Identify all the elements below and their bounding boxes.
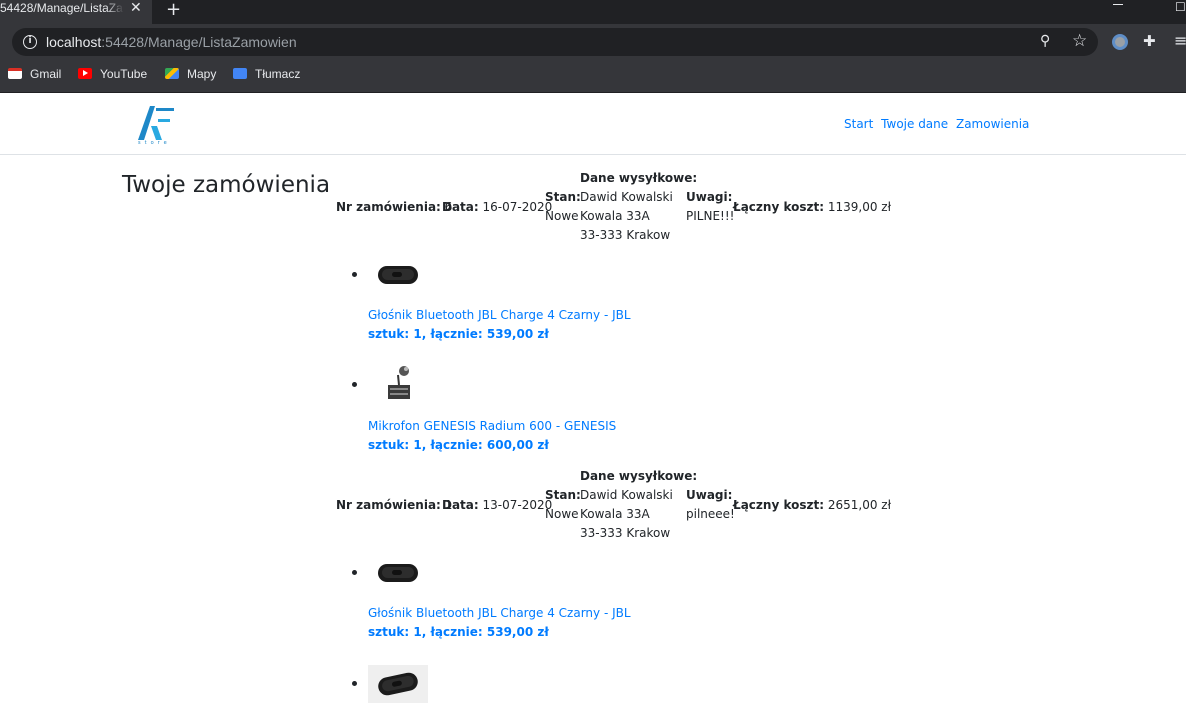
shipping-city: 33-333 Krakow <box>580 228 671 242</box>
order-number-label: Nr zamówienia: <box>336 498 441 512</box>
bookmark-maps[interactable]: Mapy <box>165 67 216 81</box>
maximize-icon[interactable]: ☐ <box>1175 0 1186 14</box>
bullet-icon <box>352 681 357 686</box>
order-total-value: 2651,00 zł <box>827 498 891 512</box>
browser-tabstrip: 54428/Manage/ListaZam ✕ + ☐ <box>0 0 1186 24</box>
site-header: store Start Twoje dane Zamowienia <box>0 93 1186 155</box>
minimize-icon[interactable] <box>1113 4 1123 5</box>
order-total: Łączny koszt: 1139,00 zł <box>733 198 891 217</box>
bookmark-translate[interactable]: Tłumacz <box>233 67 300 81</box>
product-image-microphone[interactable] <box>384 363 414 403</box>
notes-label: Uwagi: <box>686 190 733 204</box>
bookmarks-bar: Gmail YouTube Mapy Tłumacz <box>0 61 1186 93</box>
store-logo[interactable]: store <box>134 102 178 144</box>
notes-value: PILNE!!! <box>686 209 735 223</box>
order-date-value: 13-07-2020 <box>482 498 553 512</box>
order-number: Nr zamówienia: 1 <box>336 496 452 515</box>
order-date: Data: 16-07-2020 <box>442 198 552 217</box>
shipping-city: 33-333 Krakow <box>580 526 671 540</box>
youtube-icon <box>78 68 92 79</box>
order-date-label: Data: <box>442 200 479 214</box>
order-number-label: Nr zamówienia: <box>336 200 441 214</box>
page-title: Twoje zamówienia <box>122 172 331 198</box>
bookmark-label: Tłumacz <box>255 67 301 81</box>
shipping-label: Dane wysyłkowe: <box>580 171 698 185</box>
product-qty: sztuk: 1, łącznie: 600,00 zł <box>368 438 549 452</box>
order-status-value: Nowe <box>545 507 579 521</box>
url-host: localhost <box>46 34 102 50</box>
browser-toolbar: i localhost:54428/Manage/ListaZamowien ⚲… <box>0 24 1186 61</box>
bookmark-youtube[interactable]: YouTube <box>78 67 147 81</box>
bullet-icon <box>352 382 357 387</box>
product-image-speaker[interactable] <box>368 665 428 703</box>
nav-profile[interactable]: Twoje dane <box>881 117 948 131</box>
shipping-name: Dawid Kowalski <box>580 190 673 204</box>
zoom-icon[interactable]: ⚲ <box>1040 33 1050 49</box>
order-status-label: Stan: <box>545 488 581 502</box>
address-bar[interactable]: i localhost:54428/Manage/ListaZamowien ⚲… <box>12 28 1098 56</box>
main-nav: Start Twoje dane Zamowienia <box>844 117 1033 131</box>
extensions-puzzle-icon[interactable]: ✚ <box>1143 32 1156 50</box>
extension-icon[interactable] <box>1112 34 1128 50</box>
product-qty: sztuk: 1, łącznie: 539,00 zł <box>368 327 549 341</box>
url-text[interactable]: localhost:54428/Manage/ListaZamowien <box>46 34 297 50</box>
nav-orders[interactable]: Zamowienia <box>956 117 1029 131</box>
shipping-label: Dane wysyłkowe: <box>580 469 698 483</box>
order-total-label: Łączny koszt: <box>733 498 825 512</box>
nav-start[interactable]: Start <box>844 117 873 131</box>
speaker-icon <box>376 671 420 697</box>
gmail-icon <box>8 68 22 79</box>
bookmark-label: Gmail <box>30 67 62 81</box>
bookmark-label: Mapy <box>187 67 217 81</box>
product-link[interactable]: Głośnik Bluetooth JBL Charge 4 Czarny - … <box>368 308 631 322</box>
product-image-speaker[interactable] <box>378 564 418 582</box>
notes-label: Uwagi: <box>686 488 733 502</box>
shipping-name: Dawid Kowalski <box>580 488 673 502</box>
product-link[interactable]: Głośnik Bluetooth JBL Charge 4 Czarny - … <box>368 606 631 620</box>
svg-text:store: store <box>138 140 171 144</box>
maps-icon <box>165 68 179 79</box>
bookmark-label: YouTube <box>100 67 148 81</box>
order-date-label: Data: <box>442 498 479 512</box>
order-date: Data: 13-07-2020 <box>442 496 552 515</box>
order-status-value: Nowe <box>545 209 579 223</box>
translate-icon <box>233 68 247 79</box>
order-total: Łączny koszt: 2651,00 zł <box>733 496 891 515</box>
order-date-value: 16-07-2020 <box>482 200 553 214</box>
browser-tab[interactable]: 54428/Manage/ListaZam ✕ <box>0 0 152 24</box>
order-number: Nr zamówienia: 6 <box>336 198 452 217</box>
product-qty: sztuk: 1, łącznie: 539,00 zł <box>368 625 549 639</box>
url-path: :54428/Manage/ListaZamowien <box>101 34 297 50</box>
shipping-street: Kowala 33A <box>580 209 650 223</box>
shipping-street: Kowala 33A <box>580 507 650 521</box>
browser-menu-icon[interactable]: ≡ <box>1174 31 1186 50</box>
order-status-label: Stan: <box>545 190 581 204</box>
site-info-icon[interactable]: i <box>23 35 37 49</box>
new-tab-icon[interactable]: + <box>166 0 181 20</box>
tab-title: 54428/Manage/ListaZam <box>0 1 124 15</box>
bookmark-star-icon[interactable]: ☆ <box>1072 31 1087 51</box>
bullet-icon <box>352 272 357 277</box>
bullet-icon <box>352 570 357 575</box>
bookmark-gmail[interactable]: Gmail <box>8 67 61 81</box>
order-total-value: 1139,00 zł <box>827 200 891 214</box>
notes-value: pilneee! <box>686 507 735 521</box>
order-total-label: Łączny koszt: <box>733 200 825 214</box>
tab-close-icon[interactable]: ✕ <box>130 0 142 14</box>
product-image-speaker[interactable] <box>378 266 418 284</box>
product-link[interactable]: Mikrofon GENESIS Radium 600 - GENESIS <box>368 419 616 433</box>
